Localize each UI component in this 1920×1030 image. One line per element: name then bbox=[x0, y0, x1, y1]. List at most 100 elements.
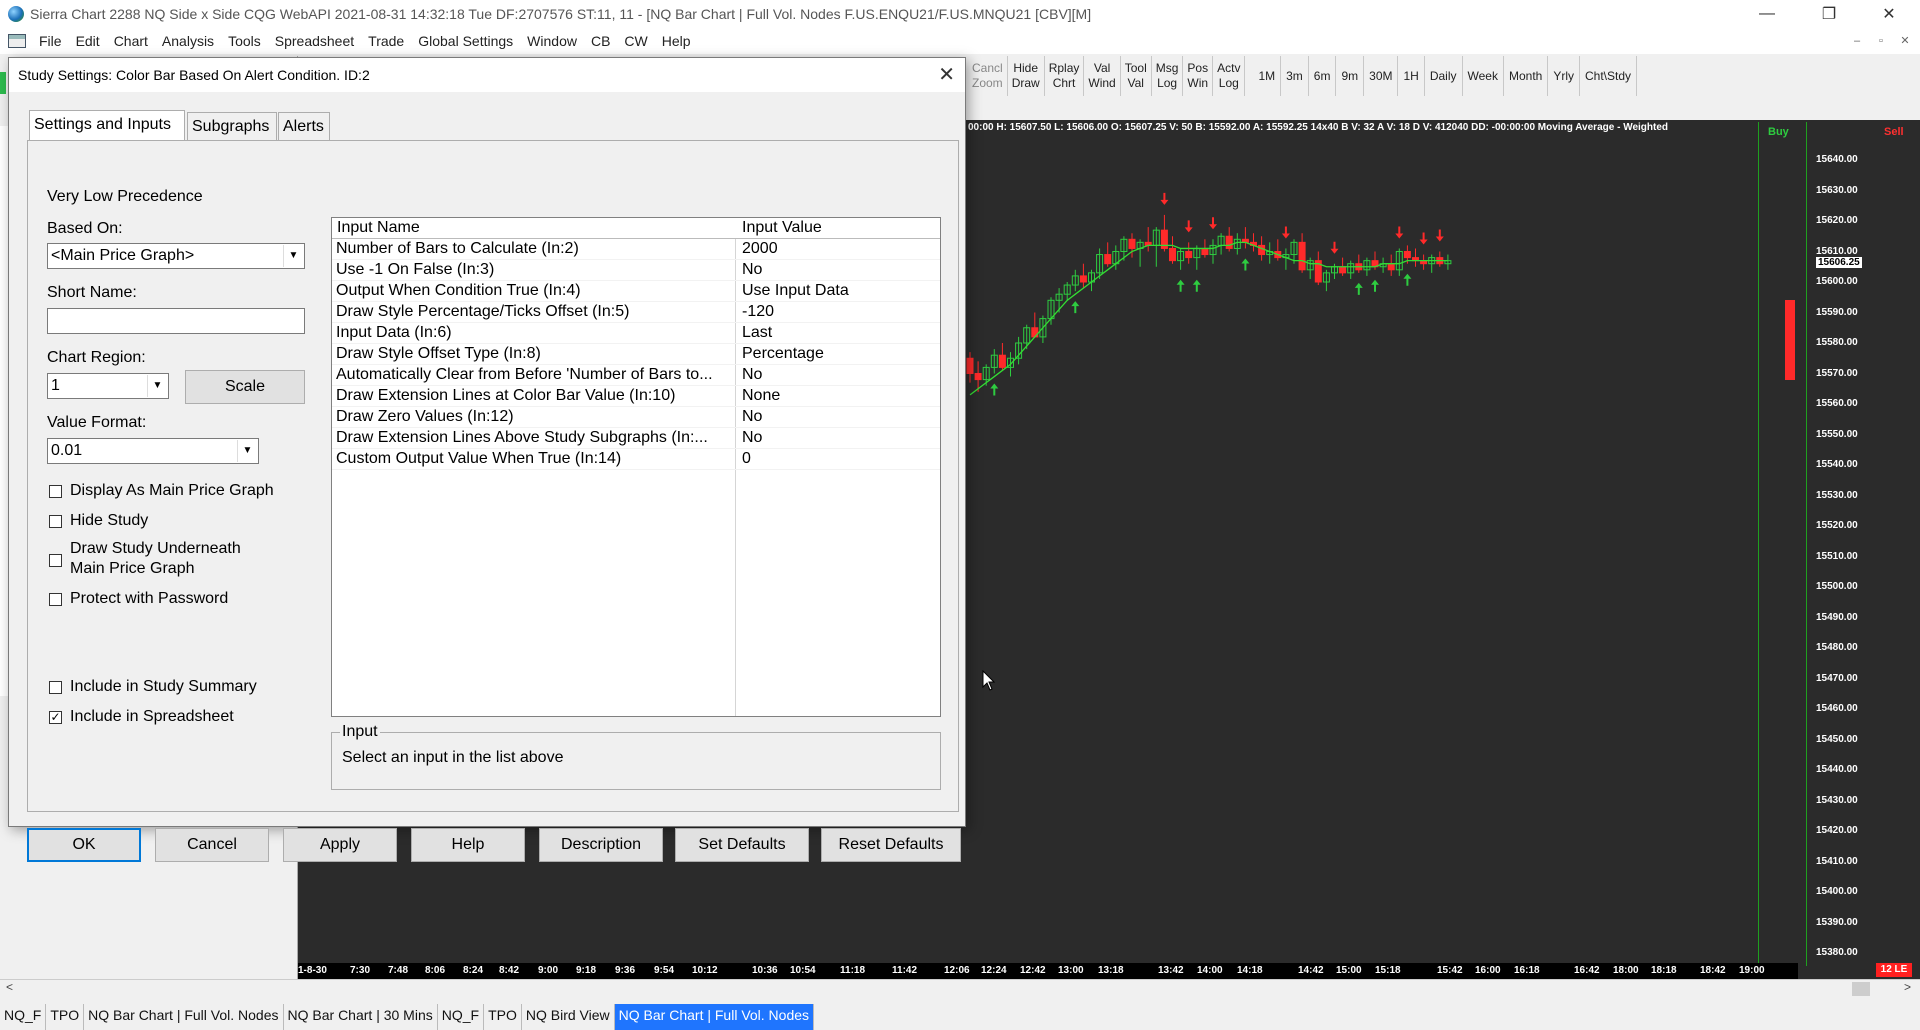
apply-button[interactable]: Apply bbox=[283, 828, 397, 862]
cancel-button[interactable]: Cancel bbox=[155, 828, 269, 862]
menu-help[interactable]: Help bbox=[655, 33, 698, 49]
input-row[interactable]: Custom Output Value When True (In:14) 0 bbox=[332, 449, 940, 470]
display-as-main-price-graph-checkbox[interactable] bbox=[49, 485, 62, 498]
input-row[interactable]: Draw Style Percentage/Ticks Offset (In:5… bbox=[332, 302, 940, 323]
scroll-right-icon[interactable]: > bbox=[1904, 980, 1911, 994]
mdi-minimize-button[interactable]: – bbox=[1846, 32, 1868, 50]
dialog-close-button[interactable]: ✕ bbox=[938, 62, 955, 87]
timeframe-week-button[interactable]: Week bbox=[1463, 56, 1504, 96]
tab-nq-f[interactable]: NQ_F bbox=[0, 1004, 47, 1030]
tab-nq-bar-chart-full-vol-nodes[interactable]: NQ Bar Chart | Full Vol. Nodes bbox=[84, 1004, 284, 1030]
tab-nq-f-2[interactable]: NQ_F bbox=[438, 1004, 485, 1030]
help-button[interactable]: Help bbox=[411, 828, 525, 862]
input-name-column-header[interactable]: Input Name bbox=[337, 219, 420, 237]
menu-window[interactable]: Window bbox=[520, 33, 584, 49]
menu-chart[interactable]: Chart bbox=[107, 33, 155, 49]
scroll-left-icon[interactable]: < bbox=[6, 980, 13, 994]
input-row[interactable]: Output When Condition True (In:4) Use Inp… bbox=[332, 281, 940, 302]
set-defaults-button[interactable]: Set Defaults bbox=[675, 828, 809, 862]
restore-button[interactable]: ❐ bbox=[1806, 0, 1852, 28]
dialog-title-bar[interactable]: Study Settings: Color Bar Based On Alert… bbox=[9, 58, 965, 92]
input-value[interactable]: 2000 bbox=[742, 240, 778, 258]
chevron-down-icon[interactable]: ▼ bbox=[283, 245, 303, 267]
hide-study-checkbox[interactable] bbox=[49, 515, 62, 528]
chart-horizontal-scrollbar[interactable]: < > bbox=[0, 979, 1920, 997]
input-value[interactable]: Last bbox=[742, 324, 772, 342]
scroll-thumb[interactable] bbox=[1852, 982, 1870, 996]
tab-tpo[interactable]: TPO bbox=[46, 1004, 85, 1030]
message-log-button[interactable]: Msg Log bbox=[1152, 56, 1184, 96]
activity-log-button[interactable]: Actv Log bbox=[1213, 56, 1246, 96]
timeframe-30m-button[interactable]: 30M bbox=[1364, 56, 1399, 96]
timeframe-1m-button[interactable]: 1M bbox=[1253, 56, 1282, 96]
ok-button[interactable]: OK bbox=[27, 828, 141, 862]
menu-trade[interactable]: Trade bbox=[361, 33, 411, 49]
menu-cb[interactable]: CB bbox=[584, 33, 617, 49]
input-row[interactable]: Draw Style Offset Type (In:8) Percentage bbox=[332, 344, 940, 365]
timeframe-1h-button[interactable]: 1H bbox=[1398, 56, 1425, 96]
tab-subgraphs[interactable]: Subgraphs bbox=[187, 112, 277, 140]
timeframe-month-button[interactable]: Month bbox=[1504, 56, 1549, 96]
menu-file[interactable]: File bbox=[32, 33, 69, 49]
input-value[interactable]: Use Input Data bbox=[742, 282, 849, 300]
tool-values-button[interactable]: Tool Val bbox=[1121, 56, 1152, 96]
input-row[interactable]: Draw Zero Values (In:12) No bbox=[332, 407, 940, 428]
chevron-down-icon[interactable]: ▼ bbox=[237, 440, 257, 462]
input-row[interactable]: Automatically Clear from Before 'Number … bbox=[332, 365, 940, 386]
chevron-down-icon[interactable]: ▼ bbox=[147, 375, 167, 397]
input-value[interactable]: -120 bbox=[742, 303, 774, 321]
input-value[interactable]: No bbox=[742, 366, 762, 384]
timeframe-6m-button[interactable]: 6m bbox=[1309, 56, 1337, 96]
input-row[interactable]: Use -1 On False (In:3) No bbox=[332, 260, 940, 281]
time-axis[interactable]: 1-8-30 7:30 7:48 8:06 8:24 8:42 9:00 9:18 9:36 9:… bbox=[298, 963, 1798, 979]
menu-tools[interactable]: Tools bbox=[221, 33, 268, 49]
description-button[interactable]: Description bbox=[539, 828, 663, 862]
tab-alerts[interactable]: Alerts bbox=[278, 112, 330, 140]
input-value[interactable]: No bbox=[742, 429, 762, 447]
tab-nq-bar-chart-full-vol-nodes-active[interactable]: NQ Bar Chart | Full Vol. Nodes bbox=[614, 1004, 815, 1030]
price-axis[interactable]: 15640.00 15630.00 15620.00 15610.00 15600.00… bbox=[1806, 120, 1896, 966]
timeframe-3m-button[interactable]: 3m bbox=[1281, 56, 1309, 96]
minimize-button[interactable]: — bbox=[1744, 0, 1790, 28]
input-value[interactable]: 0 bbox=[742, 450, 751, 468]
timeframe-9m-button[interactable]: 9m bbox=[1336, 56, 1365, 96]
protect-with-password-checkbox[interactable] bbox=[49, 593, 62, 606]
hide-drawings-button[interactable]: Hide Draw bbox=[1008, 56, 1045, 96]
tab-tpo-2[interactable]: TPO bbox=[484, 1004, 522, 1030]
value-format-dropdown[interactable]: 0.01 ▼ bbox=[47, 438, 259, 464]
input-value[interactable]: None bbox=[742, 387, 780, 405]
menu-spreadsheet[interactable]: Spreadsheet bbox=[268, 33, 361, 49]
timeframe-daily-button[interactable]: Daily bbox=[1425, 56, 1463, 96]
scale-button[interactable]: Scale bbox=[185, 370, 305, 404]
tab-nq-bar-chart-30-mins[interactable]: NQ Bar Chart | 30 Mins bbox=[284, 1004, 438, 1030]
menu-cw[interactable]: CW bbox=[617, 33, 654, 49]
input-value[interactable]: No bbox=[742, 408, 762, 426]
input-row[interactable]: Number of Bars to Calculate (In:2) 2000 bbox=[332, 239, 940, 260]
input-value[interactable]: No bbox=[742, 261, 762, 279]
values-window-button[interactable]: Val Wind bbox=[1084, 56, 1121, 96]
include-in-spreadsheet-checkbox[interactable]: ✓ bbox=[49, 711, 62, 724]
chart-study-button[interactable]: Cht\Stdy bbox=[1580, 56, 1638, 96]
positions-window-button[interactable]: Pos Win bbox=[1183, 56, 1214, 96]
mdi-restore-button[interactable]: ▫ bbox=[1870, 32, 1892, 50]
timeframe-yearly-button[interactable]: Yrly bbox=[1548, 56, 1580, 96]
input-row[interactable]: Input Data (In:6) Last bbox=[332, 323, 940, 344]
menu-global-settings[interactable]: Global Settings bbox=[411, 33, 520, 49]
menu-edit[interactable]: Edit bbox=[69, 33, 107, 49]
include-in-study-summary-checkbox[interactable] bbox=[49, 681, 62, 694]
reset-defaults-button[interactable]: Reset Defaults bbox=[821, 828, 961, 862]
input-value[interactable]: Percentage bbox=[742, 345, 824, 363]
inputs-grid[interactable]: Input Name Input Value Number of Bars to… bbox=[331, 217, 941, 717]
replay-chart-button[interactable]: Rplay Chrt bbox=[1045, 56, 1085, 96]
short-name-input[interactable] bbox=[47, 308, 305, 334]
draw-study-underneath-checkbox[interactable] bbox=[49, 554, 62, 567]
mdi-close-button[interactable]: ✕ bbox=[1894, 32, 1916, 50]
input-row[interactable]: Draw Extension Lines Above Study Subgrap… bbox=[332, 428, 940, 449]
input-value-column-header[interactable]: Input Value bbox=[742, 219, 822, 237]
cancel-zoom-button[interactable]: Cancl Zoom bbox=[968, 56, 1008, 96]
input-row[interactable]: Draw Extension Lines at Color Bar Value … bbox=[332, 386, 940, 407]
close-window-button[interactable]: ✕ bbox=[1866, 0, 1912, 28]
based-on-dropdown[interactable]: <Main Price Graph> ▼ bbox=[47, 243, 305, 269]
tab-nq-bird-view[interactable]: NQ Bird View bbox=[522, 1004, 615, 1030]
tab-settings-and-inputs[interactable]: Settings and Inputs bbox=[29, 110, 185, 141]
